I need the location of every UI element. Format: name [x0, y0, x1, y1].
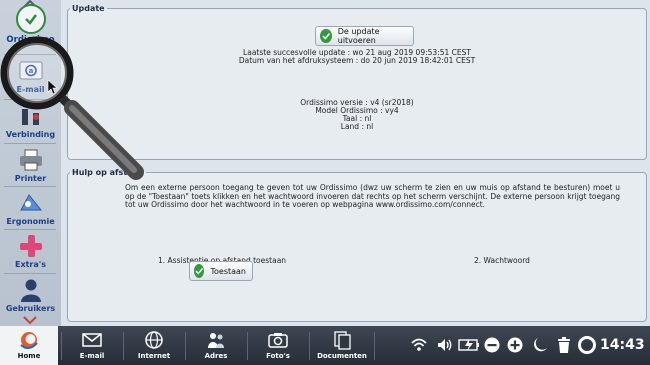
- sidebar-item-label: Verbinding: [5, 130, 56, 139]
- check-icon: [194, 264, 205, 278]
- settings-sidebar: Ordissimo a E-mail Verbinding Printer Er…: [0, 0, 62, 326]
- sidebar-item-ordissimo[interactable]: Ordissimo: [3, 0, 58, 52]
- allow-button[interactable]: Toestaan: [189, 261, 253, 281]
- taskbar-item-internet[interactable]: Internet: [126, 326, 182, 365]
- sidebar-item-label: Printer: [14, 174, 47, 183]
- sidebar-item-label: Gebruikers: [5, 304, 56, 313]
- sidebar-item-label: Ergonomie: [6, 217, 55, 226]
- taskbar-item-fotos[interactable]: Foto's: [250, 326, 306, 365]
- contacts-icon: [208, 333, 224, 348]
- taskbar-item-email[interactable]: E-mail: [64, 326, 120, 365]
- email-icon: a: [19, 61, 42, 80]
- user-icon: [20, 279, 41, 302]
- sidebar-item-extras[interactable]: Extra's: [3, 231, 58, 273]
- sidebar-item-printer[interactable]: Printer: [3, 145, 58, 187]
- remote-help-legend: Hulp op afstand: [72, 168, 144, 177]
- trash-icon[interactable]: [555, 336, 573, 354]
- sidebar-item-label: Ordissimo: [6, 35, 55, 45]
- battery-charging-icon[interactable]: [458, 336, 480, 354]
- taskbar-item-documenten[interactable]: Documenten: [312, 326, 372, 365]
- printer-icon: [19, 149, 42, 171]
- help-lifebuoy-icon[interactable]: [578, 336, 596, 354]
- ordissimo-logo-icon: [20, 332, 38, 349]
- step2-label: 2. Wachtwoord: [474, 256, 530, 265]
- sidebar-item-email[interactable]: a E-mail: [3, 56, 58, 98]
- taskbar-item-label: Documenten: [317, 352, 367, 360]
- taskbar-item-label: Adres: [204, 352, 228, 360]
- documents-icon: [334, 331, 351, 350]
- zoom-out-icon[interactable]: [483, 336, 501, 354]
- sidebar-item-gebruikers[interactable]: Gebruikers: [3, 275, 58, 317]
- wifi-icon[interactable]: [410, 336, 428, 354]
- taskbar: Home E-mail Internet Adres Foto's Docume…: [0, 326, 650, 365]
- clock: 14:43: [600, 337, 645, 353]
- check-icon: [15, 4, 46, 34]
- plus-icon: [19, 235, 42, 257]
- volume-icon[interactable]: [436, 336, 454, 354]
- run-update-label: De update uitvoeren: [337, 27, 380, 45]
- zoom-in-icon[interactable]: [506, 336, 524, 354]
- envelope-icon: [82, 333, 102, 347]
- connection-icon: [21, 109, 39, 125]
- check-icon: [320, 29, 332, 43]
- taskbar-home[interactable]: Home: [0, 326, 58, 365]
- svg-text:a: a: [28, 67, 33, 75]
- remote-help-section: Hulp op afstand Om een externe persoon t…: [67, 168, 647, 322]
- update-section: Update De update uitvoeren Laatste succe…: [67, 4, 647, 160]
- sidebar-item-verbinding[interactable]: Verbinding: [3, 101, 58, 143]
- moon-icon[interactable]: [531, 336, 549, 354]
- ergonomics-icon: [19, 194, 42, 211]
- allow-label: Toestaan: [210, 266, 246, 276]
- main-panel: Update De update uitvoeren Laatste succe…: [61, 0, 650, 326]
- taskbar-item-label: Foto's: [266, 352, 290, 360]
- country-text: Land : nl: [340, 122, 374, 131]
- taskbar-item-home[interactable]: Home: [1, 326, 57, 365]
- chevron-down-icon[interactable]: [22, 316, 38, 326]
- taskbar-item-label: Internet: [137, 352, 171, 360]
- run-update-button[interactable]: De update uitvoeren: [315, 26, 414, 46]
- update-legend: Update: [72, 4, 105, 13]
- sidebar-item-label: Extra's: [14, 260, 46, 269]
- taskbar-item-label: Home: [17, 352, 41, 360]
- sidebar-item-ergonomie[interactable]: Ergonomie: [3, 188, 58, 230]
- globe-icon: [145, 331, 163, 349]
- remote-help-description: Om een externe persoon toegang te geven …: [125, 183, 620, 209]
- camera-icon: [268, 333, 288, 348]
- sidebar-item-label: E-mail: [16, 85, 45, 94]
- taskbar-item-adres[interactable]: Adres: [188, 326, 244, 365]
- taskbar-item-label: E-mail: [79, 352, 105, 360]
- system-date-text: Datum van het afdruksysteem : do 20 jun …: [238, 56, 476, 65]
